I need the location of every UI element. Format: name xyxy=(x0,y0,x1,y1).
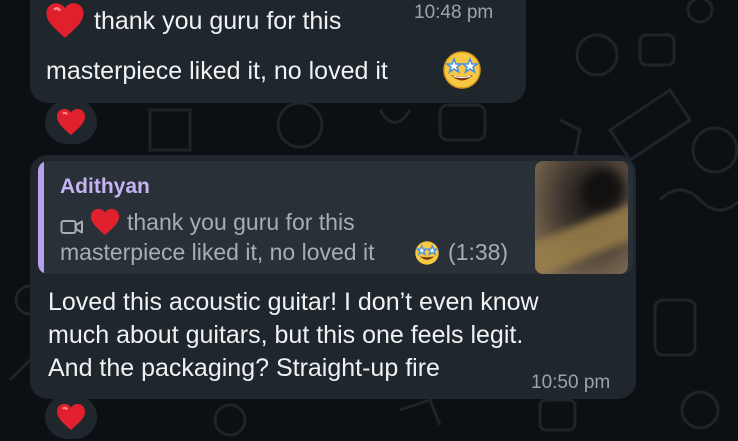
reply-author: Adithyan xyxy=(60,175,150,198)
reply-video-duration: (1:38) xyxy=(448,239,509,265)
message-text-line: thank you guru for this xyxy=(94,7,342,35)
heart-emoji-icon xyxy=(46,3,84,38)
reply-text-line: thank you guru for this xyxy=(127,209,355,235)
message-text-line: Loved this acoustic guitar! I don’t even… xyxy=(48,288,539,316)
message-timestamp: 10:48 pm xyxy=(414,2,494,23)
reply-video-thumbnail[interactable] xyxy=(535,161,628,274)
message-timestamp: 10:50 pm xyxy=(531,372,611,393)
video-camera-icon xyxy=(60,220,83,234)
reply-accent-bar xyxy=(38,161,44,274)
message-text-line: masterpiece liked it, no loved it xyxy=(46,57,388,85)
star-struck-emoji-icon xyxy=(415,241,439,265)
reaction-chip[interactable] xyxy=(45,100,97,144)
message-text-line: And the packaging? Straight-up fire xyxy=(48,354,440,382)
reaction-chip[interactable] xyxy=(45,395,97,439)
message-text-line: much about guitars, but this one feels l… xyxy=(48,321,524,349)
reply-text-line: masterpiece liked it, no loved it xyxy=(60,239,375,265)
heart-emoji-icon xyxy=(91,208,119,236)
heart-reaction-icon xyxy=(57,403,85,431)
star-struck-emoji-icon xyxy=(443,51,481,89)
heart-reaction-icon xyxy=(57,108,85,136)
